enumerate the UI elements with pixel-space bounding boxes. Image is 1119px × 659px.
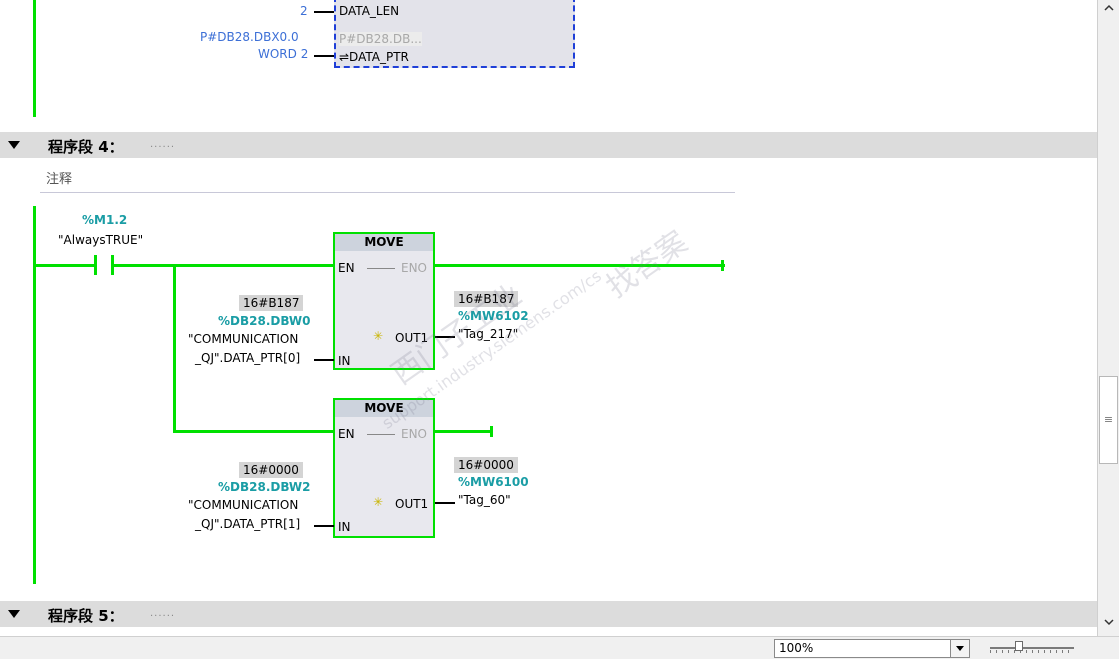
zoom-slider-thumb[interactable]	[1015, 641, 1023, 651]
zoom-slider-track[interactable]	[990, 647, 1074, 649]
network-4-title-dots[interactable]: ......	[150, 139, 175, 150]
chevron-up-icon	[1103, 4, 1114, 11]
ptr-wire	[314, 55, 334, 57]
move-block-2[interactable]: MOVE EN ENO ✳ OUT1 IN	[333, 398, 435, 538]
vertical-scrollbar[interactable]: ≡	[1097, 0, 1119, 636]
network-5-header[interactable]: 程序段 5： ......	[0, 601, 1097, 627]
wire-end-marker-2	[490, 426, 493, 437]
zoom-value: 100%	[779, 641, 814, 655]
scroll-thumb[interactable]: ≡	[1099, 376, 1118, 464]
scroll-up-button[interactable]	[1098, 0, 1119, 20]
move2-in-address[interactable]: %DB28.DBW2	[218, 480, 310, 494]
move2-out-tag[interactable]: "Tag_60"	[458, 493, 511, 507]
move1-in-tag-line1[interactable]: "COMMUNICATION	[188, 332, 298, 346]
data-len-input[interactable]: 2	[300, 4, 308, 18]
wire-end-marker	[721, 260, 724, 271]
move1-add-output-icon[interactable]: ✳	[373, 329, 383, 343]
move2-in-pin: IN	[338, 520, 351, 534]
wire-branch-down	[173, 264, 176, 432]
wire-move1-eno-out	[435, 264, 725, 267]
zoom-select[interactable]: 100%	[774, 639, 970, 658]
move1-in-wire	[314, 359, 334, 361]
move1-in-address[interactable]: %DB28.DBW0	[218, 314, 310, 328]
data-len-wire	[314, 11, 334, 13]
move2-in-tag-line1[interactable]: "COMMUNICATION	[188, 498, 298, 512]
left-power-rail-prev	[33, 0, 36, 117]
move2-out1-pin: OUT1	[395, 497, 429, 511]
wire-move2-eno-out	[435, 430, 493, 433]
ptr-input-line2[interactable]: WORD 2	[258, 47, 308, 61]
move2-header: MOVE	[335, 400, 433, 417]
zoom-slider-ticks	[990, 650, 1074, 653]
move2-out-value: 16#0000	[454, 457, 518, 473]
move1-out-address[interactable]: %MW6102	[458, 309, 529, 323]
move-block-1[interactable]: MOVE EN ENO ✳ OUT1 IN	[333, 232, 435, 370]
move2-in-value: 16#0000	[239, 462, 303, 478]
move2-en-pin: EN	[338, 427, 355, 441]
wire-rail-to-contact	[35, 264, 95, 267]
chevron-down-icon	[1103, 619, 1114, 626]
move1-in-tag-line2[interactable]: _QJ".DATA_PTR[0]	[195, 351, 300, 365]
ptr-input-line1[interactable]: P#DB28.DBX0.0	[200, 30, 299, 44]
move2-add-output-icon[interactable]: ✳	[373, 495, 383, 509]
move1-out-tag[interactable]: "Tag_217"	[458, 327, 518, 341]
left-power-rail	[33, 206, 36, 584]
data-len-pin: DATA_LEN	[339, 4, 400, 18]
prev-block-selected[interactable]: DATA_LEN P#DB28.DB... ⇌DATA_PTR	[334, 0, 575, 68]
network-4-comment[interactable]: 注释	[46, 168, 72, 187]
move1-out-wire	[435, 336, 455, 338]
move1-en-pin: EN	[338, 261, 355, 275]
comment-separator	[40, 192, 735, 193]
collapse-triangle-icon[interactable]	[8, 141, 20, 149]
wire-contact-to-move1	[114, 264, 334, 267]
wire-branch-to-move2	[173, 430, 334, 433]
network-4-header[interactable]: 程序段 4： ......	[0, 132, 1097, 158]
watermark-text-2: 找答案	[600, 224, 694, 306]
contact-address[interactable]: %M1.2	[82, 213, 127, 227]
move2-out-wire	[435, 502, 455, 504]
network-5-title-dots[interactable]: ......	[150, 608, 175, 619]
move2-in-tag-line2[interactable]: _QJ".DATA_PTR[1]	[195, 517, 300, 531]
status-bar: 100%	[0, 636, 1119, 659]
zoom-dropdown-icon[interactable]	[950, 640, 969, 657]
contact-tag[interactable]: "AlwaysTRUE"	[58, 233, 143, 247]
move2-eno-pin: ENO	[401, 427, 428, 441]
move1-out-value: 16#B187	[454, 291, 519, 307]
move1-eno-pin: ENO	[401, 261, 428, 275]
move1-in-value: 16#B187	[239, 295, 304, 311]
ladder-editor: 2 P#DB28.DBX0.0 WORD 2 DATA_LEN P#DB28.D…	[0, 0, 1097, 636]
move1-header: MOVE	[335, 234, 433, 251]
network-4-title: 程序段 4：	[48, 138, 124, 156]
collapse-triangle-icon[interactable]	[8, 610, 20, 618]
network-5-title: 程序段 5：	[48, 607, 124, 625]
move2-out-address[interactable]: %MW6100	[458, 475, 529, 489]
scroll-down-button[interactable]	[1098, 614, 1119, 634]
move1-in-pin: IN	[338, 354, 351, 368]
move2-in-wire	[314, 525, 334, 527]
ptr-value: P#DB28.DB...	[339, 32, 422, 46]
no-contact-symbol[interactable]	[94, 255, 114, 275]
move1-out1-pin: OUT1	[395, 331, 429, 345]
ptr-pin: ⇌DATA_PTR	[339, 50, 409, 64]
